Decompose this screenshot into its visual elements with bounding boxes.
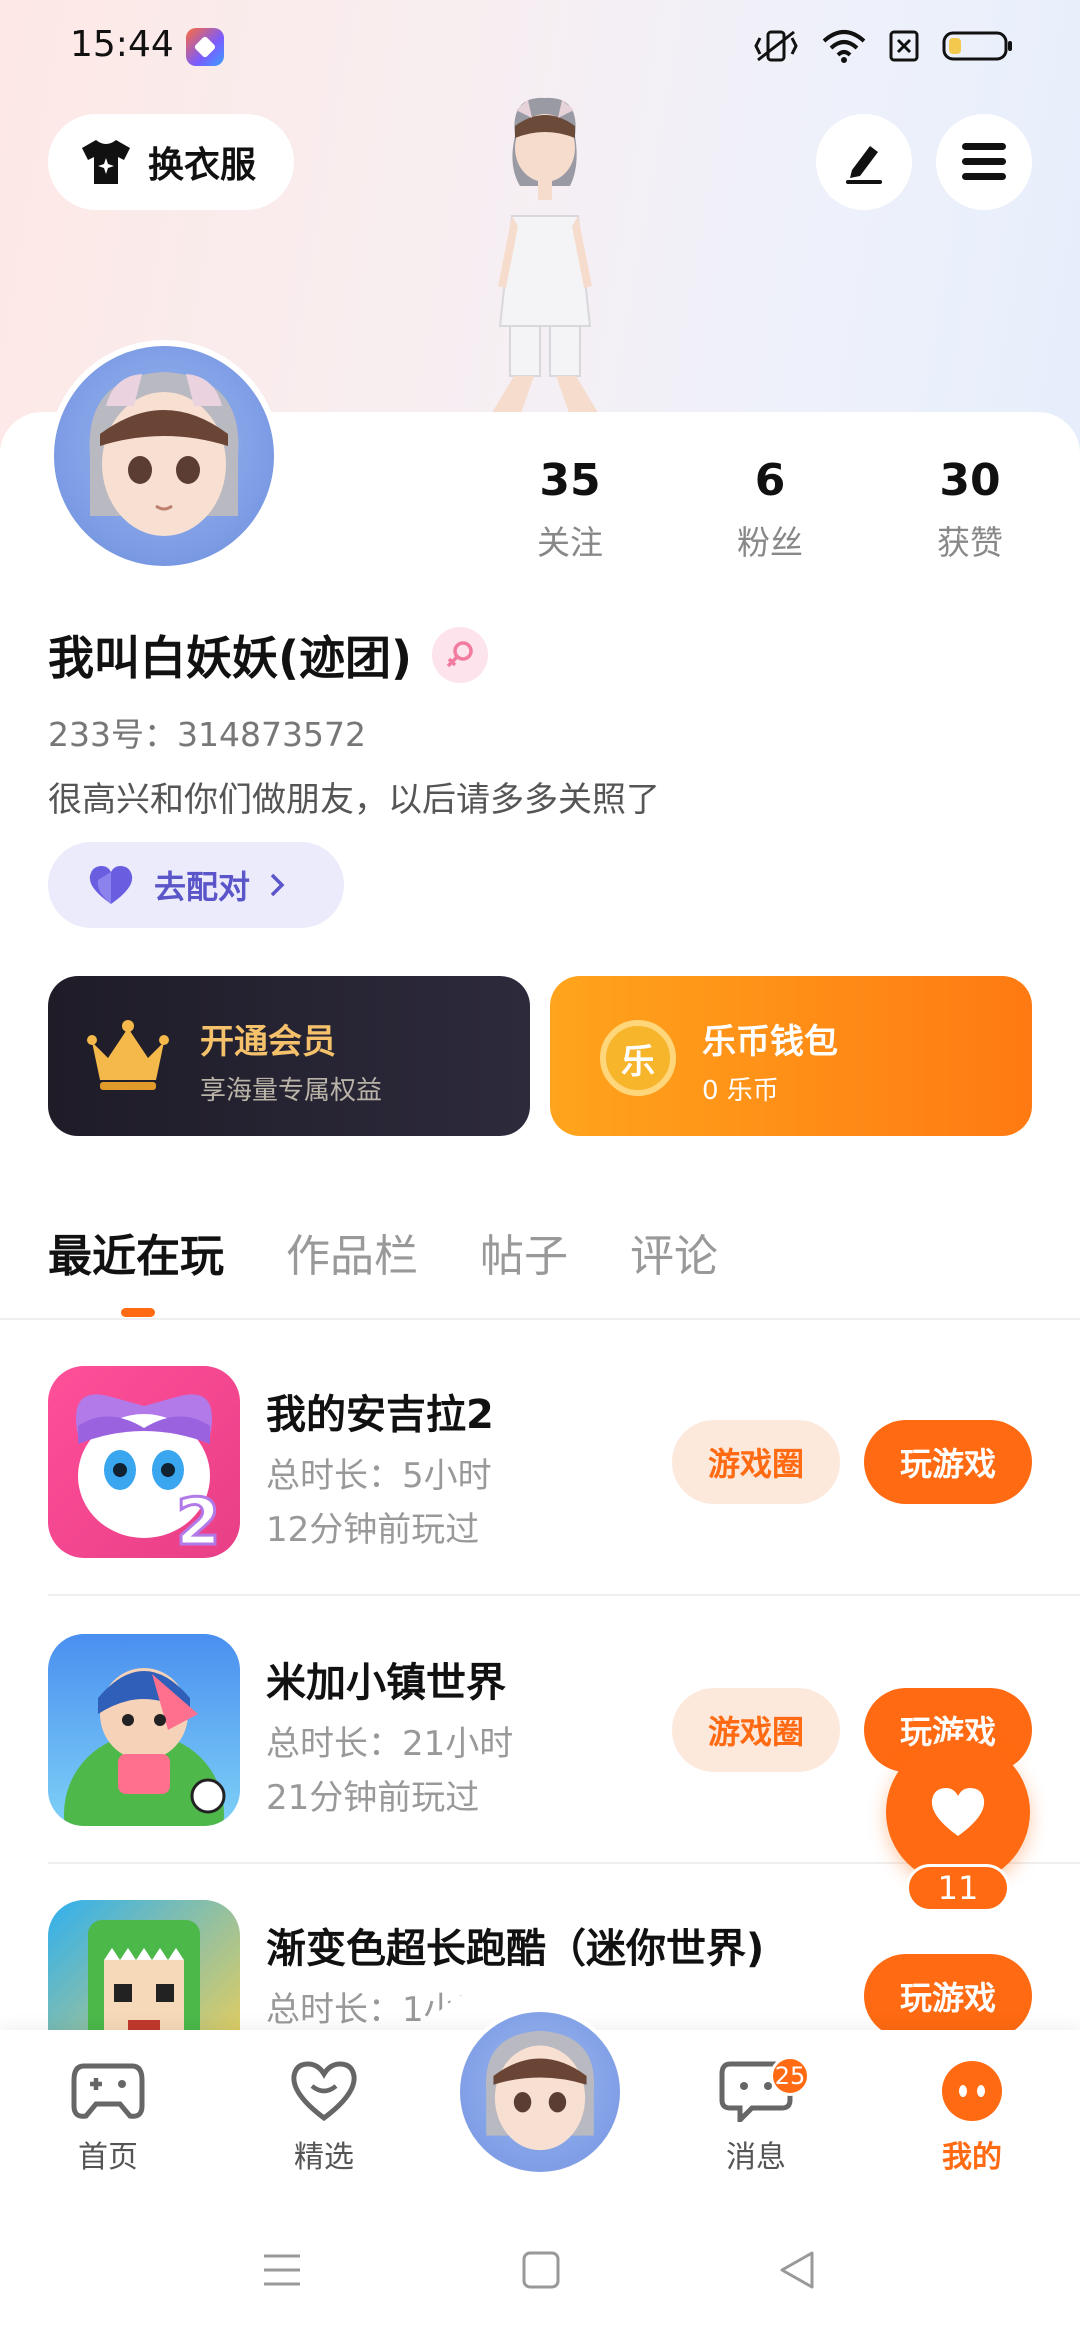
match-label: 去配对 [154, 868, 251, 906]
messages-badge: 25 [770, 2056, 810, 2096]
wallet-balance: 0 乐币 [702, 1076, 779, 1106]
play-game-button[interactable]: 玩游戏 [864, 1420, 1032, 1504]
stat-likes-value: 30 [939, 455, 1001, 506]
change-outfit-button[interactable]: 换衣服 [48, 114, 294, 210]
recent-apps-icon[interactable] [262, 2250, 302, 2290]
avatar-face-icon [485, 2030, 595, 2151]
female-gender-icon [432, 627, 489, 683]
stat-followers-value: 6 [754, 455, 786, 506]
game-duration: 总时长：5小时 [266, 1456, 492, 1496]
stat-following-label: 关注 [537, 523, 603, 562]
battery-icon [942, 31, 1012, 61]
row-divider [48, 1594, 1080, 1596]
nav-label-me: 我的 [942, 2140, 1002, 2175]
status-time: 15:44 [70, 24, 174, 65]
wallet-title: 乐币钱包 [702, 1022, 838, 1062]
coin-char: 乐 [621, 1041, 655, 1082]
back-system-icon[interactable] [778, 2250, 816, 2290]
profile-avatar[interactable] [48, 340, 280, 572]
status-bar: 15:44 [0, 0, 1080, 96]
nav-label-messages: 消息 [726, 2140, 786, 2175]
like-count-badge: 11 [906, 1864, 1010, 1912]
change-outfit-label: 换衣服 [148, 145, 257, 186]
tab-recent-play[interactable]: 最近在玩 [48, 1220, 224, 1284]
nav-label-featured: 精选 [294, 2140, 354, 2175]
nav-item-home[interactable]: 首页 [38, 2060, 178, 2176]
profile-bio: 很高兴和你们做朋友，以后请多多关照了 [48, 780, 660, 820]
stat-followers[interactable]: 6 粉丝 [670, 455, 870, 564]
tab-active-indicator [121, 1308, 155, 1317]
play-game-button[interactable]: 玩游戏 [864, 1954, 1032, 2038]
like-button[interactable] [886, 1740, 1030, 1884]
profile-nickname-row: 我叫白妖妖(迹团) [48, 622, 489, 688]
home-system-icon[interactable] [522, 2250, 560, 2290]
game-title: 米加小镇世界 [266, 1660, 506, 1706]
stat-following[interactable]: 35 关注 [470, 455, 670, 564]
avatar-face-icon [89, 372, 239, 536]
game-last-played: 12分钟前玩过 [266, 1510, 480, 1550]
crown-icon [87, 1020, 169, 1090]
wifi-icon [822, 30, 866, 63]
heart-icon [89, 866, 133, 904]
game-duration: 总时长：21小时 [266, 1724, 514, 1764]
profile-tabs: 最近在玩 作品栏 帖子 评论 [48, 1220, 718, 1284]
me-face-icon [942, 2061, 1002, 2121]
nav-label-home: 首页 [78, 2140, 138, 2175]
profile-nickname: 我叫白妖妖(迹团) [48, 631, 413, 685]
edit-profile-button[interactable] [816, 114, 912, 210]
avatar-figure[interactable] [430, 96, 660, 416]
svg-text:2: 2 [176, 1486, 221, 1558]
tab-works[interactable]: 作品栏 [286, 1220, 418, 1284]
game-icon-angela: 2 [48, 1366, 240, 1558]
vibrate-icon [754, 30, 798, 62]
match-button[interactable]: 去配对 [48, 842, 344, 928]
stat-likes-label: 获赞 [937, 523, 1003, 562]
profile-stats: 35 关注 6 粉丝 30 获赞 [470, 455, 1070, 564]
game-row[interactable]: 2 我的安吉拉2 总时长：5小时 12分钟前玩过 游戏圈 玩游戏 [48, 1366, 1048, 1562]
account-id: 233号：314873572 [48, 715, 366, 754]
wallet-card[interactable]: 乐 乐币钱包 0 乐币 [550, 976, 1032, 1136]
pen-icon [846, 146, 882, 184]
game-circle-button[interactable]: 游戏圈 [672, 1420, 840, 1504]
nav-item-featured[interactable]: 精选 [254, 2060, 394, 2176]
vip-title: 开通会员 [200, 1022, 336, 1062]
no-sim-icon [889, 30, 919, 62]
menu-icon [962, 143, 1006, 180]
tab-posts[interactable]: 帖子 [480, 1220, 568, 1284]
game-title: 我的安吉拉2 [266, 1392, 494, 1438]
stat-followers-label: 粉丝 [737, 523, 803, 562]
game-circle-button[interactable]: 游戏圈 [672, 1688, 840, 1772]
nav-item-me[interactable]: 我的 [902, 2060, 1042, 2176]
menu-button[interactable] [936, 114, 1032, 210]
game-last-played: 21分钟前玩过 [266, 1778, 480, 1818]
chevron-right-icon [270, 873, 285, 897]
vip-subtitle: 享海量专属权益 [200, 1076, 383, 1106]
featured-heart-icon [291, 2061, 357, 2122]
game-icon-miga [48, 1634, 240, 1826]
nav-center-avatar[interactable] [456, 2008, 624, 2176]
coin-icon: 乐 [600, 1020, 676, 1096]
vip-card[interactable]: 开通会员 享海量专属权益 [48, 976, 530, 1136]
heart-icon [931, 1788, 985, 1836]
stat-following-value: 35 [539, 455, 601, 506]
app-notification-icon [186, 28, 224, 66]
tabs-divider [0, 1318, 1080, 1320]
tab-comments[interactable]: 评论 [630, 1220, 718, 1284]
game-title: 渐变色超长跑酷（迷你世界) [266, 1926, 765, 1972]
gamepad-icon [71, 2063, 145, 2119]
tshirt-icon [82, 140, 130, 184]
stat-likes[interactable]: 30 获赞 [870, 455, 1070, 564]
